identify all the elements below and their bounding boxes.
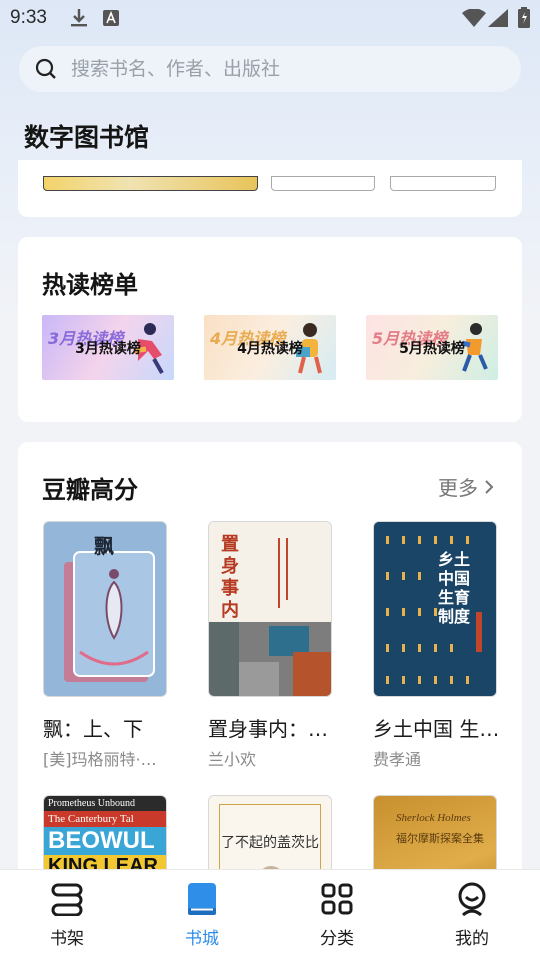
banner-label: 4月热读榜 (237, 341, 303, 357)
nav-item-bookshelf[interactable]: 书架 (27, 882, 107, 949)
scrolled-book-card (18, 160, 522, 217)
battery-icon (518, 7, 530, 32)
cover-title: 乡土中国 生育制度 (438, 550, 471, 626)
more-link[interactable]: 更多 (438, 472, 494, 501)
status-bar: 9:33 (0, 0, 540, 38)
banner-april[interactable]: 4月热读榜 4月热读榜 (204, 315, 336, 380)
cover-line: The Canterbury Tal (44, 811, 166, 827)
book-icon (188, 883, 216, 915)
nav-label: 我的 (455, 929, 489, 949)
nav-label: 分类 (320, 929, 354, 949)
banner-may[interactable]: 5月热读榜 5月热读榜 (366, 315, 498, 380)
status-time: 9:33 (10, 7, 47, 28)
banner-label: 3月热读榜 (75, 341, 141, 357)
nav-item-bookstore[interactable]: 书城 (162, 882, 242, 949)
chevron-right-icon (485, 479, 494, 494)
cover-title: 福尔摩斯探案全集 (396, 832, 484, 845)
hot-list-title: 热读榜单 (42, 271, 138, 299)
wifi-icon (462, 8, 486, 31)
nav-item-category[interactable]: 分类 (297, 882, 377, 949)
book-cover-partial[interactable] (43, 176, 258, 191)
signal-icon (488, 9, 508, 31)
bottom-nav: 书架 书城 分类 我的 (0, 869, 540, 960)
douban-card: 豆瓣高分 更多 飘 飘：上、下 [美]玛格丽特·… 置身事内 置身事内：… 兰小… (18, 442, 522, 902)
book-title: 置身事内：… (208, 717, 328, 741)
book-item[interactable]: 置身事内 置身事内：… 兰小欢 (208, 521, 332, 770)
book-author: 费孝通 (373, 750, 422, 769)
a-icon (103, 10, 119, 30)
search-icon (35, 58, 56, 79)
book-author: [美]玛格丽特·… (43, 750, 157, 769)
download-icon (70, 8, 88, 32)
book-cover-partial[interactable] (271, 176, 375, 191)
book-author: 兰小欢 (208, 750, 257, 769)
book-item[interactable]: 乡土中国 生育制度 乡土中国 生… 费孝通 (373, 521, 497, 770)
book-cover[interactable]: 乡土中国 生育制度 (373, 521, 497, 697)
hot-list-card: 热读榜单 3月热读榜 3月热读榜 4月热读榜 4月热读榜 5月热读榜 5月热读榜 (18, 237, 522, 422)
banner-label: 5月热读榜 (399, 341, 465, 357)
profile-icon (458, 882, 486, 916)
nav-label: 书架 (50, 929, 84, 949)
banner-march[interactable]: 3月热读榜 3月热读榜 (42, 315, 174, 380)
book-item[interactable]: 飘 飘：上、下 [美]玛格丽特·… (43, 521, 167, 770)
book-cover[interactable]: 置身事内 (208, 521, 332, 697)
nav-item-profile[interactable]: 我的 (432, 882, 512, 949)
bookshelf-icon (51, 883, 83, 916)
search-bar[interactable] (19, 46, 521, 92)
cover-title: 了不起的盖茨比 (221, 835, 319, 851)
cover-title: 飘 (94, 534, 114, 558)
book-cover-partial[interactable] (390, 176, 496, 191)
cover-line: Prometheus Unbound (44, 796, 166, 811)
more-label: 更多 (438, 476, 478, 500)
douban-title: 豆瓣高分 (42, 476, 138, 504)
cover-line: BEOWUL (44, 827, 166, 855)
cover-title: 置身事内 (221, 534, 239, 621)
nav-label: 书城 (185, 929, 219, 949)
page-title: 数字图书馆 (24, 123, 150, 152)
book-title: 飘：上、下 (43, 717, 143, 741)
cover-subtitle: Sherlock Holmes (396, 812, 471, 824)
search-input[interactable] (71, 58, 471, 80)
book-title: 乡土中国 生… (373, 717, 497, 741)
grid-icon (321, 883, 353, 915)
book-cover[interactable]: 飘 (43, 521, 167, 697)
